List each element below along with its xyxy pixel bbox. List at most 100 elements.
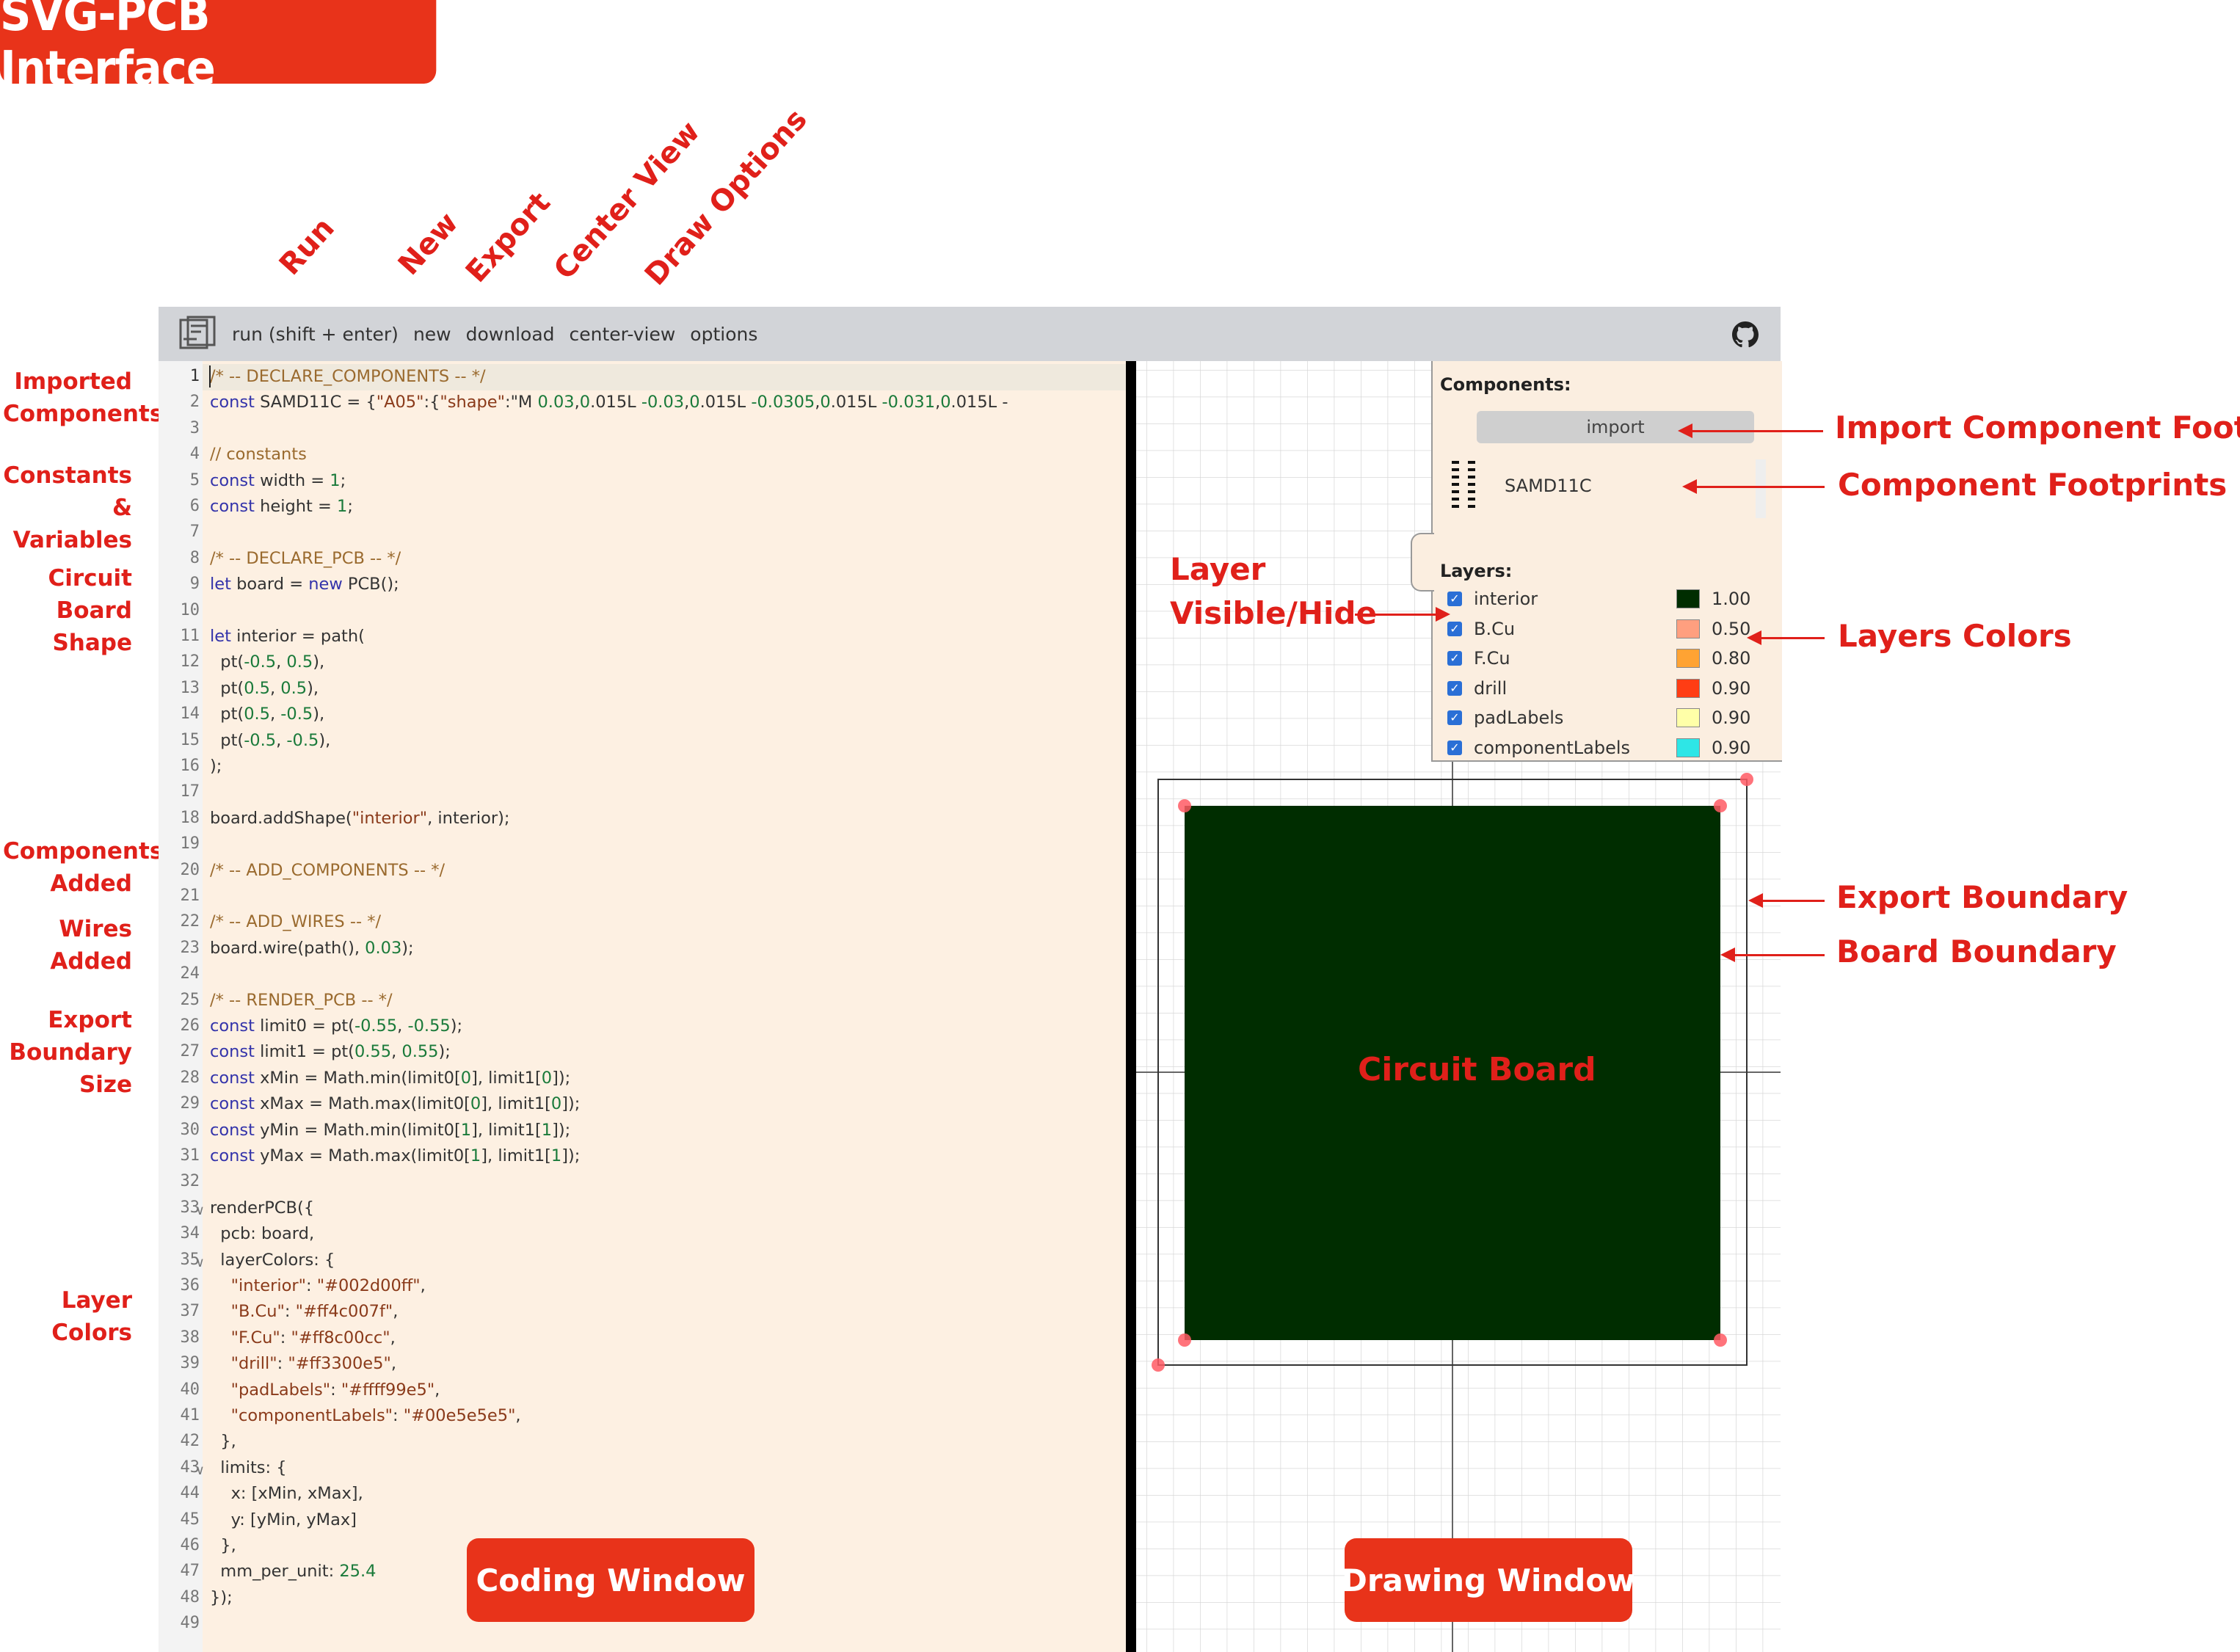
code-line[interactable]: board.addShape("interior", interior); <box>210 809 509 828</box>
code-line[interactable]: y: [yMin, yMax] <box>210 1510 357 1529</box>
code-line[interactable]: }); <box>210 1588 233 1607</box>
github-icon[interactable] <box>1732 321 1759 348</box>
line-number: 11 <box>180 627 200 645</box>
layer-visibility-checkbox[interactable]: ✓ <box>1447 621 1462 636</box>
layer-color-swatch[interactable] <box>1676 619 1700 638</box>
layer-color-swatch[interactable] <box>1676 678 1700 698</box>
download-button[interactable]: download <box>466 324 555 345</box>
code-line[interactable]: const limit0 = pt(-0.55, -0.55); <box>210 1016 462 1036</box>
layer-visibility-checkbox[interactable]: ✓ <box>1447 651 1462 666</box>
code-line[interactable]: }, <box>210 1432 236 1451</box>
line-number: 42 <box>180 1432 200 1451</box>
new-button[interactable]: new <box>413 324 451 345</box>
board-corner-handle[interactable] <box>1178 799 1191 812</box>
layers-header: Layers: <box>1440 561 1513 581</box>
export-corner-handle[interactable] <box>1152 1358 1165 1372</box>
code-line[interactable]: limits: { <box>210 1458 286 1477</box>
code-line[interactable]: /* -- DECLARE_PCB -- */ <box>210 549 401 568</box>
line-number: 27 <box>180 1042 200 1061</box>
code-line[interactable]: pt(0.5, -0.5), <box>210 705 324 724</box>
code-line[interactable]: /* -- RENDER_PCB -- */ <box>210 991 393 1010</box>
layer-opacity-value[interactable]: 0.90 <box>1712 707 1756 728</box>
code-line[interactable]: "componentLabels": "#00e5e5e5", <box>210 1406 521 1425</box>
code-line[interactable]: pcb: board, <box>210 1224 314 1243</box>
fold-icon[interactable]: ∨ <box>189 1255 204 1270</box>
layer-colors-label: Layer Colors <box>51 1287 132 1346</box>
code-line[interactable]: const width = 1; <box>210 471 346 490</box>
layer-visibility-checkbox[interactable]: ✓ <box>1447 710 1462 725</box>
code-line[interactable]: "padLabels": "#ffff99e5", <box>210 1380 440 1400</box>
board-corner-handle[interactable] <box>1714 799 1727 812</box>
export-corner-handle[interactable] <box>1740 773 1753 786</box>
layer-color-swatch[interactable] <box>1676 708 1700 727</box>
line-number: 19 <box>180 834 200 854</box>
code-line[interactable]: /* -- ADD_WIRES -- */ <box>210 912 381 931</box>
side-panel: Components: import SAMD11C Layers: ✓ inte… <box>1431 361 1782 762</box>
layer-color-swatch[interactable] <box>1676 738 1700 757</box>
layer-color-swatch[interactable] <box>1676 589 1700 608</box>
layer-opacity-value[interactable]: 1.00 <box>1712 589 1756 609</box>
code-line[interactable]: const yMax = Math.max(limit0[1], limit1[… <box>210 1146 580 1165</box>
layer-visibility-checkbox[interactable]: ✓ <box>1447 740 1462 755</box>
code-line[interactable]: /* -- DECLARE_COMPONENTS -- */ <box>210 367 486 386</box>
coding-window-label: Coding Window <box>476 1562 746 1598</box>
code-line[interactable]: "F.Cu": "#ff8c00cc", <box>210 1328 396 1347</box>
line-number: 38 <box>180 1328 200 1347</box>
run-button[interactable]: run (shift + enter) <box>232 324 399 345</box>
board-corner-handle[interactable] <box>1714 1333 1727 1347</box>
layer-name: padLabels <box>1474 707 1564 728</box>
code-line[interactable]: x: [xMin, xMax], <box>210 1484 363 1503</box>
code-line[interactable]: renderPCB({ <box>210 1198 314 1218</box>
line-number: 48 <box>180 1587 200 1606</box>
line-number: 36 <box>180 1276 200 1295</box>
arrow-export-boundary-head <box>1748 893 1763 908</box>
code-line[interactable]: let board = new PCB(); <box>210 575 399 594</box>
circuit-board-label: Circuit Board <box>1358 1051 1596 1088</box>
run-label: Run <box>272 211 341 282</box>
code-line[interactable]: }, <box>210 1536 236 1555</box>
layer-opacity-value[interactable]: 0.80 <box>1712 648 1756 669</box>
arrow-export-boundary <box>1761 900 1825 902</box>
layer-visibility-checkbox[interactable]: ✓ <box>1447 680 1462 696</box>
code-line[interactable]: // constants <box>210 445 307 464</box>
component-list-scrollbar[interactable] <box>1756 459 1766 518</box>
code-line[interactable]: pt(0.5, 0.5), <box>210 679 319 698</box>
code-line[interactable]: "drill": "#ff3300e5", <box>210 1354 396 1373</box>
code-line[interactable]: layerColors: { <box>210 1251 335 1270</box>
code-line[interactable]: board.wire(path(), 0.03); <box>210 939 414 958</box>
code-line[interactable]: const SAMD11C = {"A05":{"shape":"M 0.03,… <box>210 393 1008 412</box>
layer-visibility-checkbox[interactable]: ✓ <box>1447 592 1462 606</box>
component-item-samd11c[interactable]: SAMD11C <box>1505 476 1592 496</box>
code-line[interactable]: "B.Cu": "#ff4c007f", <box>210 1302 399 1321</box>
code-line[interactable]: let interior = path( <box>210 627 365 646</box>
layer-opacity-value[interactable]: 0.90 <box>1712 678 1756 699</box>
coding-window-badge: Coding Window <box>467 1538 754 1622</box>
import-button[interactable]: import <box>1477 411 1754 443</box>
layer-row-interior: ✓ interior 1.00 <box>1447 586 1770 612</box>
center-view-button[interactable]: center-view <box>570 324 676 345</box>
board-corner-handle[interactable] <box>1178 1333 1191 1347</box>
code-line[interactable]: const xMin = Math.min(limit0[0], limit1[… <box>210 1069 570 1088</box>
panel-tab[interactable] <box>1411 533 1434 592</box>
component-list[interactable]: SAMD11C <box>1447 459 1770 518</box>
line-number: 34 <box>180 1224 200 1243</box>
code-line[interactable]: mm_per_unit: 25.4 <box>210 1562 376 1581</box>
code-line[interactable]: /* -- ADD_COMPONENTS -- */ <box>210 861 445 880</box>
layer-opacity-value[interactable]: 0.90 <box>1712 738 1756 758</box>
code-line[interactable]: const height = 1; <box>210 497 353 516</box>
layer-row-componentlabels: ✓ componentLabels 0.90 <box>1447 735 1770 761</box>
fold-icon[interactable]: ∨ <box>189 1203 204 1218</box>
code-line[interactable]: const limit1 = pt(0.55, 0.55); <box>210 1042 451 1061</box>
options-button[interactable]: options <box>690 324 757 345</box>
code-line[interactable]: "interior": "#002d00ff", <box>210 1276 426 1295</box>
pane-divider[interactable] <box>1126 361 1136 1652</box>
code-line[interactable]: pt(-0.5, 0.5), <box>210 652 324 672</box>
code-line[interactable]: const xMax = Math.max(limit0[0], limit1[… <box>210 1094 580 1113</box>
code-line[interactable]: const yMin = Math.min(limit0[1], limit1[… <box>210 1121 570 1140</box>
code-line[interactable]: pt(-0.5, -0.5), <box>210 731 330 750</box>
line-number: 4 <box>189 445 200 464</box>
fold-icon[interactable]: ∨ <box>189 1463 204 1478</box>
layer-color-swatch[interactable] <box>1676 649 1700 668</box>
code-line[interactable]: ); <box>210 757 222 776</box>
arrow-footprints <box>1695 486 1825 488</box>
